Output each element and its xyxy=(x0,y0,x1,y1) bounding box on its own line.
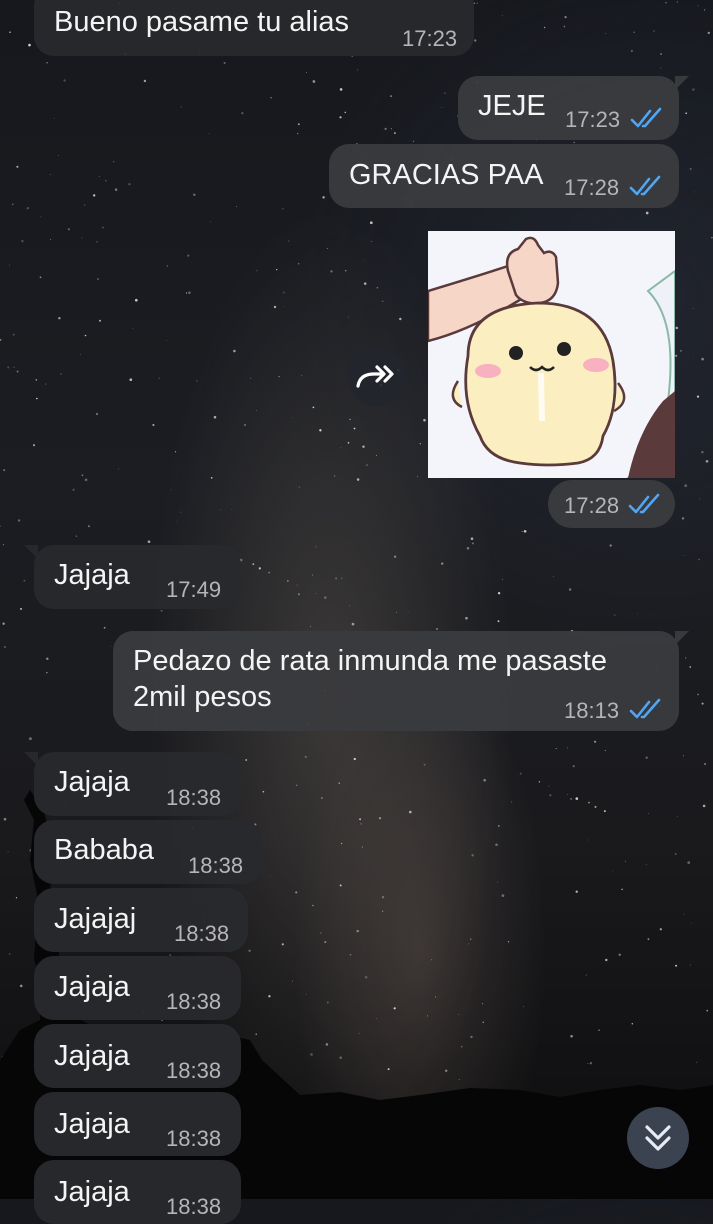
message-bubble-outgoing[interactable]: JEJE 17:23 xyxy=(458,76,689,140)
message-text-line-2: 2mil pesos xyxy=(133,681,272,713)
message-bubble-outgoing[interactable]: GRACIAS PAA 17:28 xyxy=(329,144,679,208)
double-check-icon xyxy=(629,698,661,719)
message-text: GRACIAS PAA xyxy=(349,159,544,191)
double-check-icon xyxy=(628,493,660,514)
message-time: 17:49 xyxy=(166,577,222,602)
chat-message-list[interactable]: Bueno pasame tu alias 17:23 JEJE 17:23 G… xyxy=(0,0,713,1224)
message-text: Jajajaj xyxy=(54,903,137,935)
message-text-line-1: Pedazo de rata inmunda me pasaste xyxy=(133,645,607,677)
message-bubble-incoming[interactable]: Jajaja 18:38 xyxy=(24,752,241,816)
message-bubble-incoming[interactable]: Jajaja 18:38 xyxy=(34,1092,241,1156)
message-text: Bababa xyxy=(54,834,154,866)
message-time: 17:28 xyxy=(564,493,620,518)
message-time: 18:38 xyxy=(188,853,244,878)
message-text: Jajaja xyxy=(54,1040,130,1072)
message-text: Jajaja xyxy=(54,1108,130,1140)
message-time: 18:38 xyxy=(166,1194,222,1219)
message-bubble-incoming[interactable]: Jajaja 18:38 xyxy=(34,1024,241,1088)
message-time: 18:13 xyxy=(564,698,620,723)
message-bubble-incoming[interactable]: Bueno pasame tu alias 17:23 xyxy=(34,0,474,56)
double-check-icon xyxy=(629,175,661,196)
chevron-double-down-icon xyxy=(645,1125,671,1151)
sticker-time-pill: 17:28 xyxy=(548,480,675,528)
message-bubble-incoming[interactable]: Jajaja 17:49 xyxy=(24,545,241,609)
double-check-icon xyxy=(630,107,662,128)
forward-icon xyxy=(356,365,394,388)
scroll-to-bottom-button[interactable] xyxy=(627,1107,689,1169)
message-time: 18:38 xyxy=(166,1126,222,1151)
message-text: Jajaja xyxy=(54,559,130,591)
forward-button[interactable] xyxy=(348,348,406,406)
message-time: 18:38 xyxy=(166,1058,222,1083)
message-bubble-incoming[interactable]: Jajaja 18:38 xyxy=(34,956,241,1020)
message-time: 18:38 xyxy=(166,989,222,1014)
message-text: Jajaja xyxy=(54,971,130,1003)
sticker-illustration xyxy=(428,231,675,478)
sticker-image[interactable] xyxy=(428,231,675,478)
message-time: 18:38 xyxy=(166,785,222,810)
message-time: 18:38 xyxy=(174,921,230,946)
message-text: Jajaja xyxy=(54,1176,130,1208)
message-bubble-incoming[interactable]: Bababa 18:38 xyxy=(34,820,262,884)
message-text: Jajaja xyxy=(54,766,130,798)
message-text: JEJE xyxy=(478,90,546,122)
message-time: 17:23 xyxy=(565,107,621,132)
message-time: 17:28 xyxy=(564,175,620,200)
message-text: Bueno pasame tu alias xyxy=(54,6,350,38)
message-bubble-incoming[interactable]: Jajaja 18:38 xyxy=(34,1160,241,1224)
message-bubble-incoming[interactable]: Jajajaj 18:38 xyxy=(34,888,248,952)
message-time: 17:23 xyxy=(402,26,458,51)
message-bubble-outgoing[interactable]: Pedazo de rata inmunda me pasaste 2mil p… xyxy=(113,631,689,731)
